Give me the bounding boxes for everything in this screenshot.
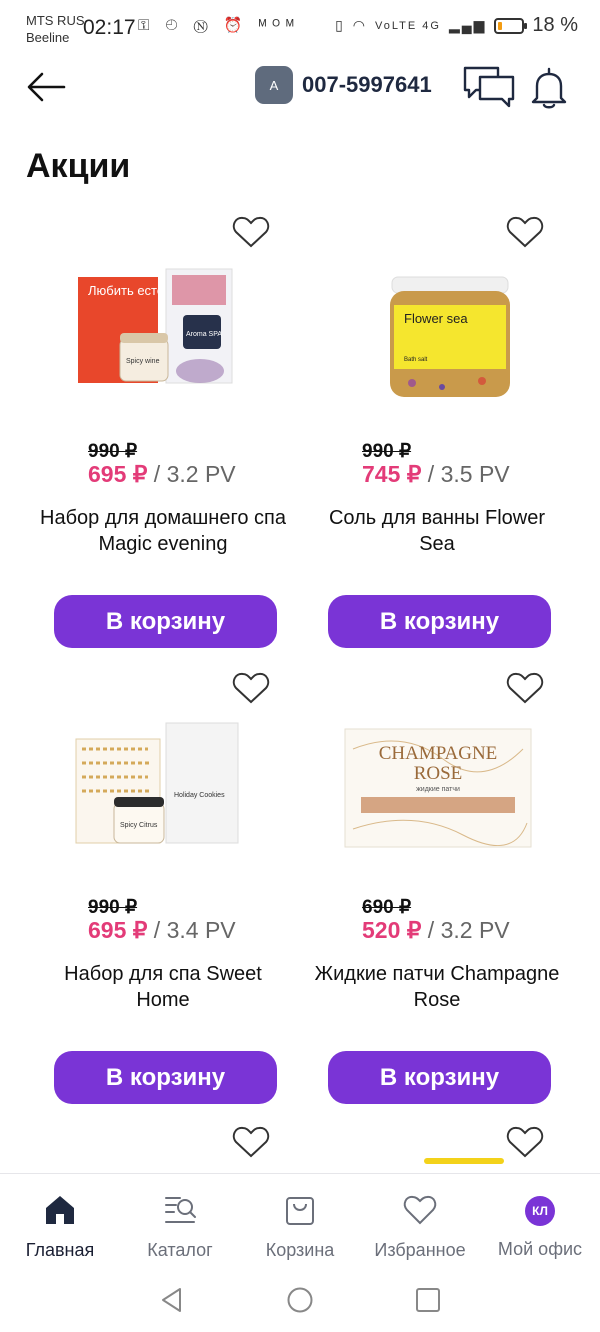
old-price: 990 ₽ xyxy=(362,441,412,462)
user-avatar: КЛ xyxy=(525,1196,555,1226)
sale-price: 695 ₽ xyxy=(88,917,148,943)
add-to-cart-button[interactable]: В корзину xyxy=(328,595,551,648)
product-image-text: жидкие патчи xyxy=(416,786,460,793)
favorite-heart-icon[interactable] xyxy=(506,671,544,705)
product-card[interactable]: Любить естеств Aroma SPA Spicy wine 990 … xyxy=(28,215,298,655)
product-title[interactable]: Набор для домашнего спа Magic evening xyxy=(38,505,288,557)
add-to-cart-button[interactable]: В корзину xyxy=(54,595,277,648)
product-image-spa-set[interactable]: Любить естеств Aroma SPA Spicy wine xyxy=(68,263,258,403)
sale-price: 745 ₽ xyxy=(362,461,422,487)
wifi-icon: ◠ xyxy=(352,17,368,33)
old-price: 990 ₽ xyxy=(88,897,138,918)
product-image-text: ROSE xyxy=(414,763,463,784)
pv-value: / 3.2 PV xyxy=(147,461,236,487)
price-line: 695 ₽ / 3.4 PV xyxy=(88,917,236,944)
favorite-heart-icon[interactable] xyxy=(506,215,544,249)
product-card-partial[interactable] xyxy=(28,1125,298,1173)
pv-value: / 3.4 PV xyxy=(147,917,236,943)
favorite-heart-icon[interactable] xyxy=(232,1125,270,1159)
product-image-text: Holiday Cookies xyxy=(174,792,225,799)
nav-back-icon[interactable] xyxy=(158,1286,186,1314)
signal-icon: ▂▄▆ xyxy=(448,17,487,33)
status-right-group: ▯ ◠ VoLTE 4G ▂▄▆ 18 % xyxy=(335,14,578,37)
product-title[interactable]: Соль для ванны Flower Sea xyxy=(312,505,562,557)
nav-recents-icon[interactable] xyxy=(414,1286,442,1314)
product-image-text: Spicy wine xyxy=(126,358,160,365)
nav-home-icon[interactable] xyxy=(286,1286,314,1314)
catalog-icon xyxy=(165,1197,196,1223)
carrier-names: MTS RUS Beeline xyxy=(26,12,85,46)
product-image-text: Bath salt xyxy=(404,357,428,363)
favorite-heart-icon[interactable] xyxy=(232,671,270,705)
price-line: 695 ₽ / 3.2 PV xyxy=(88,461,236,488)
status-bar: MTS RUS Beeline 02:17 ⚿ ◴ Ⓝ ⏰ ᴹᴼᴹ ▯ ◠ Vo… xyxy=(0,0,600,58)
bell-icon[interactable] xyxy=(528,66,570,110)
tab-my-office[interactable]: КЛ Мой офис xyxy=(480,1184,600,1260)
account-number[interactable]: 007-5997641 xyxy=(302,72,432,98)
carrier-2: Beeline xyxy=(26,30,70,45)
product-image-text: CHAMPAGNE xyxy=(379,743,498,764)
network-type: VoLTE 4G xyxy=(375,19,441,32)
tab-cart[interactable]: Корзина xyxy=(240,1184,360,1261)
system-nav-bar xyxy=(0,1266,600,1332)
vibrate-icon: ▯ xyxy=(335,17,345,33)
add-to-cart-button[interactable]: В корзину xyxy=(328,1051,551,1104)
price-line: 745 ₽ / 3.5 PV xyxy=(362,461,510,488)
product-title[interactable]: Набор для спа Sweet Home xyxy=(38,961,288,1013)
product-image-patches[interactable]: CHAMPAGNE ROSE жидкие патчи xyxy=(340,719,536,859)
account-avatar[interactable]: A xyxy=(255,66,293,104)
tab-label: Корзина xyxy=(265,1240,335,1260)
product-image-sweet-home-set[interactable]: Holiday Cookies Spicy Citrus xyxy=(68,719,258,859)
product-image-text: Aroma SPA xyxy=(186,331,222,338)
battery-percent: 18 % xyxy=(532,14,578,36)
back-arrow-icon[interactable] xyxy=(26,70,66,104)
favorite-heart-icon[interactable] xyxy=(232,215,270,249)
page-title: Акции xyxy=(26,147,131,185)
product-card-partial[interactable] xyxy=(302,1125,572,1173)
product-image-partial xyxy=(424,1158,504,1164)
chat-icon[interactable] xyxy=(462,64,516,108)
pv-value: / 3.2 PV xyxy=(421,917,510,943)
old-price: 690 ₽ xyxy=(362,897,412,918)
cart-bag-icon xyxy=(286,1197,314,1225)
tab-favorites[interactable]: Избранное xyxy=(360,1184,480,1261)
tab-label: Избранное xyxy=(374,1240,466,1260)
tab-home[interactable]: Главная xyxy=(0,1184,120,1261)
product-image-text: Flower sea xyxy=(404,311,468,326)
product-title[interactable]: Жидкие патчи Champagne Rose xyxy=(312,961,562,1013)
price-line: 520 ₽ / 3.2 PV xyxy=(362,917,510,944)
product-card[interactable]: Flower sea Bath salt 990 ₽ 745 ₽ / 3.5 P… xyxy=(302,215,572,655)
pv-value: / 3.5 PV xyxy=(421,461,510,487)
home-icon xyxy=(46,1196,74,1224)
top-app-bar: A 007-5997641 xyxy=(0,58,600,120)
status-time: 02:17 xyxy=(83,16,136,39)
tab-label: Главная xyxy=(25,1240,95,1260)
tab-label: Мой офис xyxy=(497,1239,583,1259)
tab-catalog[interactable]: Каталог xyxy=(120,1184,240,1261)
status-left-icons: ⚿ ◴ Ⓝ ⏰ ᴹᴼᴹ xyxy=(138,17,300,34)
add-to-cart-button[interactable]: В корзину xyxy=(54,1051,277,1104)
carrier-1: MTS RUS xyxy=(26,13,85,28)
product-image-text: Spicy Citrus xyxy=(120,822,158,829)
tab-label: Каталог xyxy=(147,1240,213,1260)
bottom-tab-bar: Главная Каталог Корзина Избранное КЛ Мой… xyxy=(0,1173,600,1266)
favorite-heart-icon[interactable] xyxy=(506,1125,544,1159)
sale-price: 520 ₽ xyxy=(362,917,422,943)
product-card[interactable]: Holiday Cookies Spicy Citrus 990 ₽ 695 ₽… xyxy=(28,671,298,1111)
heart-icon xyxy=(403,1195,437,1225)
sale-price: 695 ₽ xyxy=(88,461,148,487)
product-card[interactable]: CHAMPAGNE ROSE жидкие патчи 690 ₽ 520 ₽ … xyxy=(302,671,572,1111)
product-image-bath-salt[interactable]: Flower sea Bath salt xyxy=(342,263,532,403)
battery-icon xyxy=(494,17,528,34)
old-price: 990 ₽ xyxy=(88,441,138,462)
